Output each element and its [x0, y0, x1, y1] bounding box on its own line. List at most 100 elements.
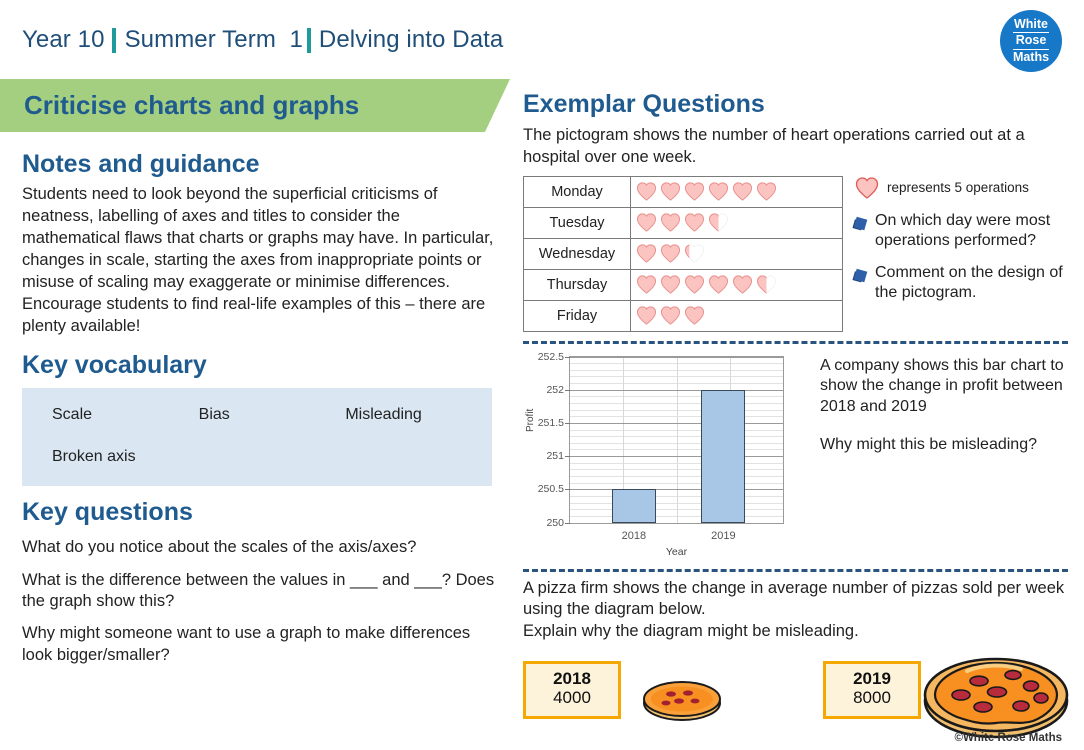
heart-icon: [636, 182, 657, 201]
pizza-label-2018: 2018 4000: [523, 660, 621, 719]
heart-icon: [708, 275, 729, 294]
notes-heading: Notes and guidance: [22, 150, 260, 178]
vocabulary-term: Misleading: [345, 406, 422, 424]
header-divider-1: [111, 27, 116, 53]
key-questions-heading: Key questions: [22, 498, 193, 527]
chart-y-tick-mark: [565, 422, 570, 424]
vocabulary-row: Broken axis: [52, 448, 492, 466]
heart-icon: [660, 306, 681, 325]
heart-icon: [684, 306, 705, 325]
copyright-text: ©White Rose Maths: [954, 732, 1062, 744]
heart-icon: [660, 182, 681, 201]
pizza-year: 2018: [553, 668, 591, 688]
page-title: Criticise charts and graphs: [24, 90, 360, 120]
key-questions-list: What do you notice about the scales of t…: [22, 537, 500, 666]
key-question-item: Why might someone want to use a graph to…: [22, 624, 471, 664]
exemplar-question-item: On which day were most operations perfor…: [853, 211, 1067, 251]
chart-vertical-gridline: [676, 356, 678, 523]
pizza-intro-line-2: Explain why the diagram might be mislead…: [523, 622, 859, 641]
header-term: Summer Term 1: [124, 26, 303, 53]
vocabulary-row: Scale Bias Misleading: [52, 406, 492, 424]
profit-bar-chart: Profit 250 250.5 251 251.5 252 252.5 2018 2019 …: [523, 350, 808, 558]
chart-major-gridline: [570, 522, 783, 524]
section-divider: [523, 340, 1068, 344]
header-divider-2: [306, 27, 311, 53]
heart-icon: [636, 213, 657, 232]
heart-icon: [636, 306, 657, 325]
notes-body: Students need to look beyond the superfi…: [22, 185, 494, 336]
heart-icon: [636, 275, 657, 294]
bar-chart-question: A company shows this bar chart to show t…: [820, 350, 1066, 456]
key-question-item: What do you notice about the scales of t…: [22, 538, 417, 557]
chart-y-tick-mark: [565, 522, 570, 524]
heart-icon: [684, 182, 705, 201]
header-year: Year 10: [22, 26, 105, 53]
heart-icon: [660, 213, 681, 232]
logo-line-white: White: [1013, 17, 1049, 32]
pictogram-row: Thursday: [523, 268, 843, 301]
pizza-icon-large: [923, 657, 1069, 739]
white-rose-maths-logo: White Rose Maths: [1000, 10, 1062, 72]
lesson-title-banner: Criticise charts and graphs: [0, 79, 510, 132]
bullet-square-icon: [853, 268, 868, 282]
heart-icon: [756, 275, 776, 294]
bar-chart-section: Profit 250 250.5 251 251.5 252 252.5 2018 2019 …: [523, 350, 1068, 558]
chart-x-axis-label: Year: [665, 545, 688, 558]
left-column: Notes and guidance Students need to look…: [22, 150, 500, 677]
bar-chart-question-line-1: A company shows this bar chart to show t…: [820, 356, 1064, 416]
pictogram-heart-cell: [630, 237, 843, 270]
pictogram-day-label: Thursday: [523, 268, 631, 301]
heart-icon: [684, 275, 705, 294]
pictogram-heart-cell: [630, 206, 843, 239]
pictogram-heart-cell: [630, 175, 843, 208]
pictogram-row: Tuesday: [523, 206, 843, 239]
chart-major-gridline: [570, 356, 783, 358]
chart-y-tick-mark: [565, 456, 570, 458]
chart-y-axis-label: Profit: [525, 408, 536, 432]
vocabulary-panel: Scale Bias Misleading Broken axis: [22, 388, 492, 487]
exemplar-question-text: Comment on the design of the pictogram.: [875, 263, 1063, 301]
pizza-icon-small: [643, 680, 721, 721]
pictogram-table: Monday Tuesday Wednesday Thursday Friday: [523, 175, 843, 332]
heart-icon: [708, 213, 728, 232]
heart-icon: [732, 182, 753, 201]
pictogram-day-label: Friday: [523, 299, 631, 332]
bullet-square-icon: [853, 216, 868, 230]
heart-icon: [855, 176, 879, 199]
chart-plot-area: 250 250.5 251 251.5 252 252.5 2018 2019: [538, 351, 784, 542]
chart-x-tick-label: 2018: [621, 529, 647, 542]
heart-icon: [684, 213, 705, 232]
heart-icon: [708, 182, 729, 201]
pictogram-day-label: Tuesday: [523, 206, 631, 239]
chart-bar: [611, 489, 656, 523]
exemplar-heading: Exemplar Questions: [523, 90, 765, 118]
key-question-item: What is the difference between the value…: [22, 570, 495, 610]
pictogram-row: Monday: [523, 175, 843, 208]
logo-line-rose: Rose: [1012, 32, 1050, 50]
pizza-label-2019: 2019 8000: [823, 660, 921, 719]
section-divider: [523, 568, 1068, 572]
pictogram-day-label: Monday: [523, 175, 631, 208]
heart-icon: [756, 182, 777, 201]
pictogram-key: represents 5 operations: [855, 176, 1067, 199]
pictogram-key-label: represents 5 operations: [887, 179, 1029, 195]
pictogram-section: Monday Tuesday Wednesday Thursday Friday rep…: [523, 175, 1068, 332]
chart-y-tick-mark: [565, 489, 570, 491]
chart-major-gridline: [570, 422, 783, 424]
pizza-intro-line-1: A pizza firm shows the change in average…: [523, 578, 1065, 619]
chart-y-tick-mark: [565, 356, 570, 358]
chart-bar: [701, 389, 746, 523]
pictogram-key-and-questions: represents 5 operations On which day wer…: [853, 176, 1067, 332]
heart-icon: [660, 275, 681, 294]
chart-x-tick-label: 2019: [711, 529, 736, 542]
heart-icon: [732, 275, 753, 294]
vocabulary-term: Broken axis: [52, 448, 136, 466]
heart-icon: [660, 244, 681, 263]
vocabulary-term: Scale: [52, 406, 93, 424]
pizza-year: 2019: [853, 668, 891, 688]
pictogram-row: Wednesday: [523, 237, 843, 270]
chart-major-gridline: [570, 489, 783, 491]
page-header: Year 10 Summer Term 1 Delving into Data: [22, 20, 722, 60]
pictogram-heart-cell: [630, 299, 843, 332]
vocabulary-term: Bias: [198, 406, 230, 424]
